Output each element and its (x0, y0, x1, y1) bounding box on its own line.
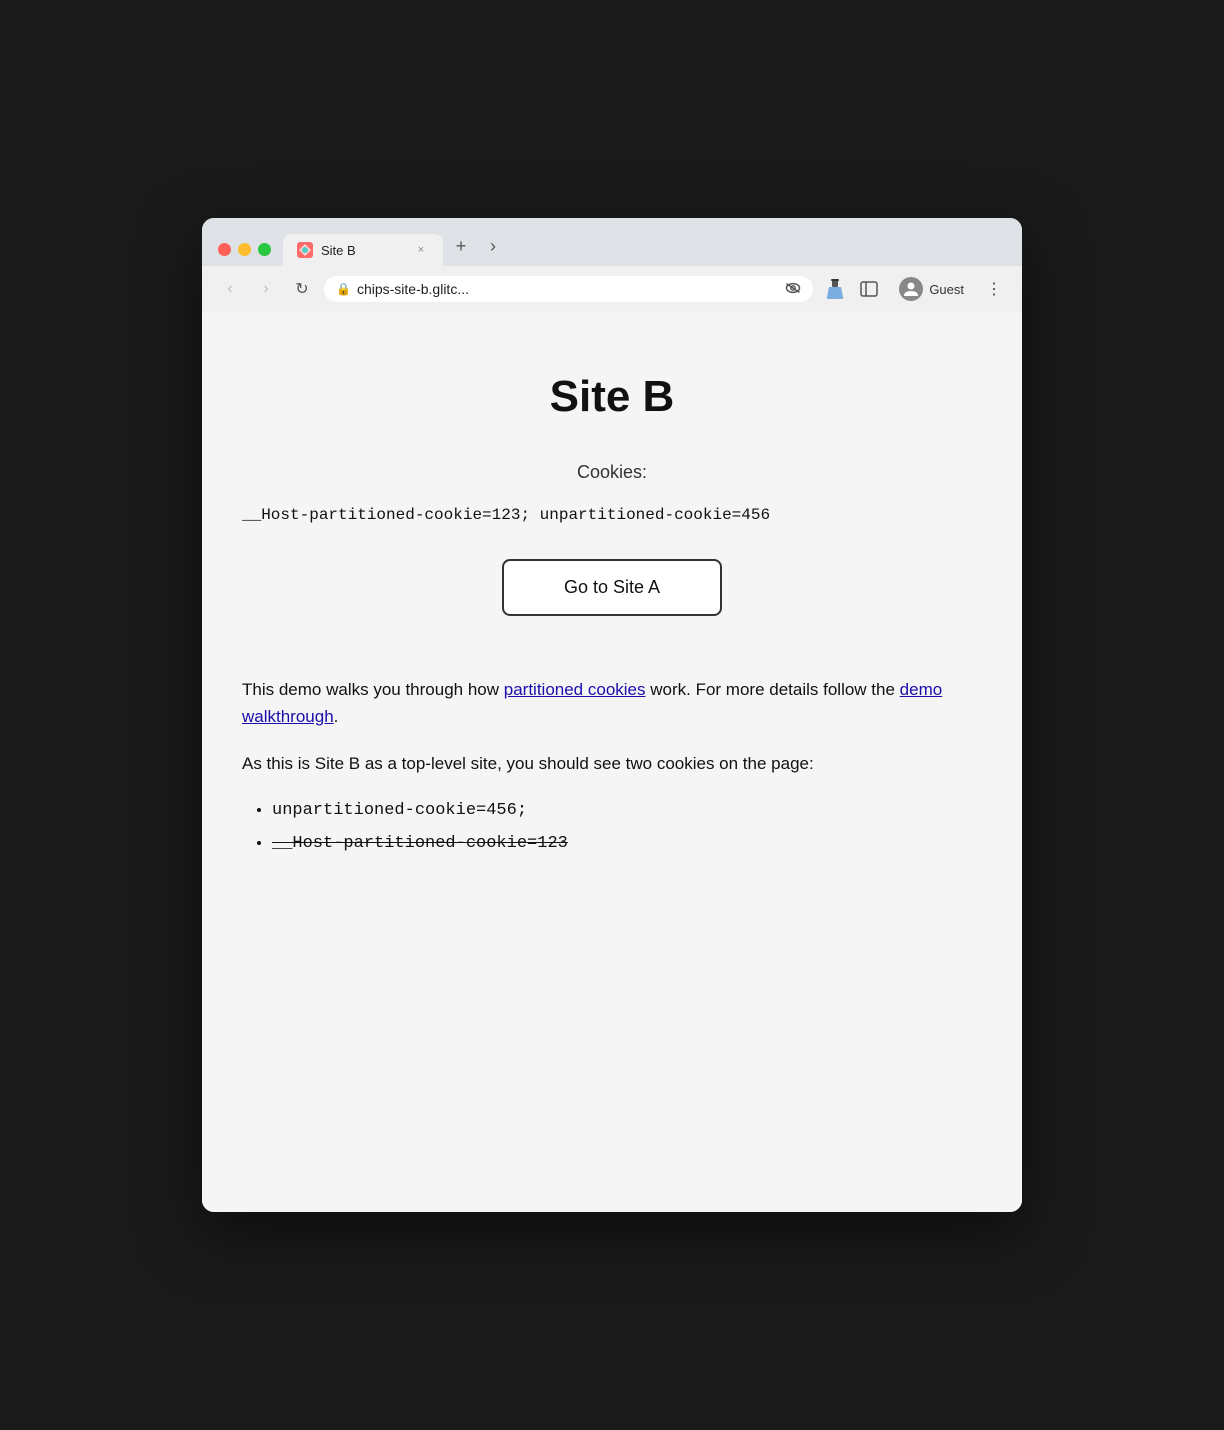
tab-favicon (297, 242, 313, 258)
page-title: Site B (242, 372, 982, 422)
traffic-lights (218, 243, 271, 256)
tab-title: Site B (321, 243, 405, 258)
experiment-icon-button[interactable] (821, 275, 849, 303)
cookie-value: __Host-partitioned-cookie=123; unpartiti… (242, 503, 982, 529)
tab-actions: + › (447, 232, 507, 266)
go-to-site-button[interactable]: Go to Site A (502, 559, 722, 616)
list-item: unpartitioned-cookie=456; (272, 797, 982, 826)
minimize-window-button[interactable] (238, 243, 251, 256)
maximize-window-button[interactable] (258, 243, 271, 256)
profile-avatar (899, 277, 923, 301)
description-section: This demo walks you through how partitio… (242, 676, 982, 859)
toolbar: ‹ › ↻ 🔒 chips-site-b.glitc... (202, 266, 1022, 312)
address-bar[interactable]: 🔒 chips-site-b.glitc... (324, 276, 813, 302)
back-button[interactable]: ‹ (216, 275, 244, 303)
browser-window: Site B × + › ‹ › ↻ 🔒 chips-site-b.glitc.… (202, 218, 1022, 1212)
active-tab[interactable]: Site B × (283, 234, 443, 266)
tab-dropdown-button[interactable]: › (479, 232, 507, 260)
eye-slash-icon[interactable] (785, 282, 801, 297)
toolbar-actions: Guest ⋮ (821, 274, 1008, 304)
page-content: Site B Cookies: __Host-partitioned-cooki… (202, 312, 1022, 1212)
description-paragraph-2: As this is Site B as a top-level site, y… (242, 750, 982, 777)
reload-button[interactable]: ↻ (288, 275, 316, 303)
list-item: __Host-partitioned-cookie=123 (272, 830, 982, 859)
tab-close-button[interactable]: × (413, 242, 429, 258)
bullet-list: unpartitioned-cookie=456; __Host-partiti… (242, 797, 982, 859)
tab-bar: Site B × + › (283, 232, 1006, 266)
cookies-label: Cookies: (242, 462, 982, 483)
title-bar: Site B × + › (202, 218, 1022, 266)
new-tab-button[interactable]: + (447, 232, 475, 260)
close-window-button[interactable] (218, 243, 231, 256)
description-intro: This demo walks you through how (242, 680, 504, 699)
sidebar-icon-button[interactable] (855, 275, 883, 303)
forward-button[interactable]: › (252, 275, 280, 303)
url-text: chips-site-b.glitc... (357, 281, 779, 297)
profile-button[interactable]: Guest (889, 274, 974, 304)
description-paragraph-1: This demo walks you through how partitio… (242, 676, 982, 730)
lock-icon: 🔒 (336, 282, 351, 296)
profile-label: Guest (929, 282, 964, 297)
more-options-button[interactable]: ⋮ (980, 275, 1008, 303)
description-end: . (334, 707, 339, 726)
partitioned-cookies-link[interactable]: partitioned cookies (504, 680, 646, 699)
description-middle: work. For more details follow the (646, 680, 900, 699)
